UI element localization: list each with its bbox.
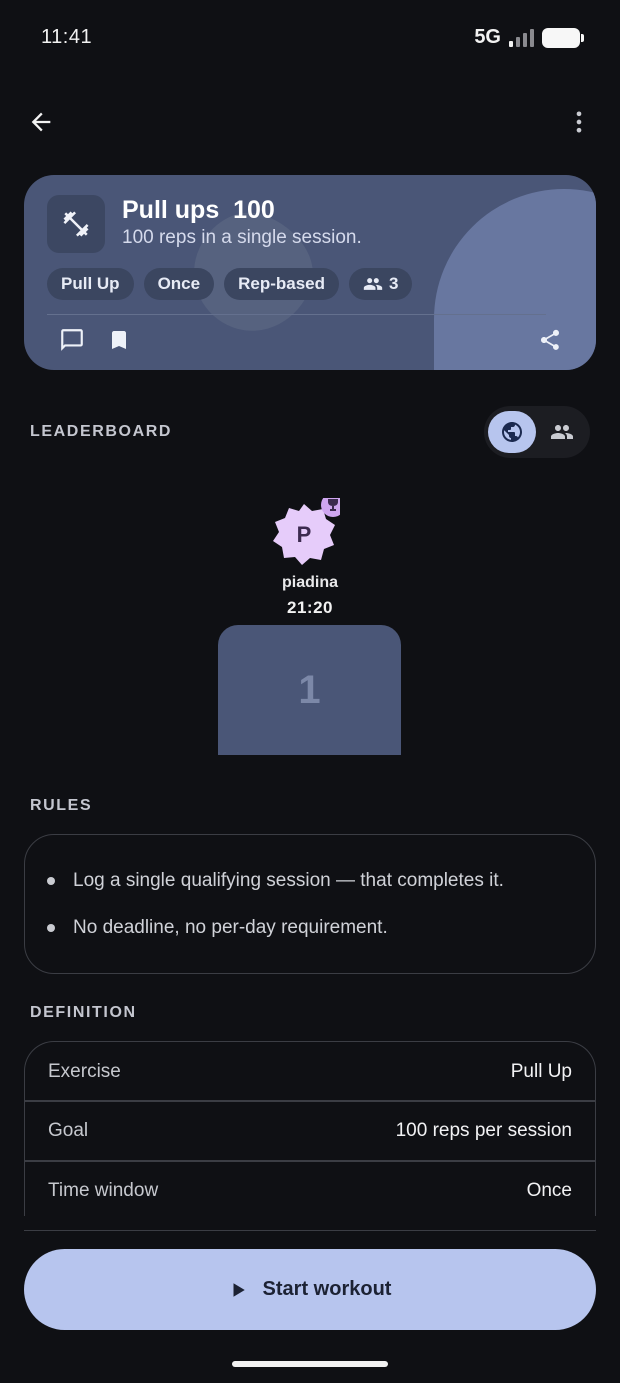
bullet-icon: [47, 924, 55, 932]
definition-row-goal: Goal 100 reps per session: [25, 1101, 595, 1161]
avatar-badge-shape: P: [273, 493, 345, 565]
definition-value: Pull Up: [510, 1061, 572, 1082]
comment-button[interactable]: [57, 325, 87, 355]
signal-icon: [509, 28, 534, 47]
leaderboard-scope-toggle: [484, 406, 590, 458]
arrow-left-icon: [31, 112, 51, 132]
rule-item: No deadline, no per-day requirement.: [47, 917, 388, 939]
chip-type[interactable]: Rep-based: [224, 268, 340, 300]
back-button[interactable]: [19, 100, 63, 144]
definition-row-time-window: Time window Once: [25, 1161, 595, 1216]
participants-count: 3: [389, 274, 399, 293]
network-label: 5G: [474, 26, 501, 48]
bookmark-icon: [112, 331, 126, 349]
share-button[interactable]: [535, 325, 565, 355]
more-options-button[interactable]: [557, 100, 601, 144]
definition-label: DEFINITION: [30, 1004, 137, 1021]
podium-first-place: 1: [218, 625, 401, 755]
globe-icon: [502, 422, 522, 442]
dumbbell-icon: [63, 211, 89, 237]
challenge-title: Pull ups 100: [122, 196, 275, 224]
leader-name: piadina: [281, 574, 338, 591]
bullet-icon: [47, 877, 55, 885]
start-workout-label: Start workout: [262, 1278, 392, 1300]
group-icon: [551, 425, 573, 439]
challenge-chips: Pull Up Once Rep-based 3: [47, 268, 413, 300]
play-icon: [233, 1282, 245, 1297]
top-app-bar: [0, 100, 620, 144]
status-bar: 11:41 5G: [0, 0, 620, 76]
definition-key: Time window: [48, 1180, 159, 1201]
bottom-divider: [24, 1230, 596, 1231]
avatar-initial: P: [297, 522, 312, 547]
bookmark-button[interactable]: [104, 325, 134, 355]
definition-key: Goal: [48, 1120, 89, 1141]
status-indicators: 5G: [474, 26, 584, 49]
leaderboard-label: LEADERBOARD: [30, 423, 173, 440]
rule-text: No deadline, no per-day requirement.: [73, 917, 388, 938]
definition-card: Exercise Pull Up Goal 100 reps per sessi…: [24, 1041, 596, 1216]
home-indicator[interactable]: [232, 1361, 388, 1367]
start-workout-button[interactable]: Start workout: [24, 1249, 596, 1330]
definition-value: Once: [526, 1180, 572, 1201]
card-decoration: [434, 189, 596, 370]
battery-icon: [542, 27, 584, 48]
friends-toggle-button[interactable]: [538, 411, 586, 453]
chip-exercise[interactable]: Pull Up: [47, 268, 134, 300]
avatar[interactable]: P: [268, 493, 345, 570]
rules-card: Log a single qualifying session — that c…: [24, 834, 596, 974]
comment-icon: [61, 329, 83, 351]
group-icon: [363, 278, 383, 290]
more-vert-icon: [576, 111, 582, 133]
global-toggle-button[interactable]: [488, 411, 536, 453]
definition-row-exercise: Exercise Pull Up: [25, 1042, 595, 1102]
card-divider: [47, 314, 546, 315]
definition-value: 100 reps per session: [395, 1120, 572, 1141]
leader-score: 21:20: [287, 598, 333, 617]
challenge-icon-box: [47, 195, 105, 253]
chip-participants[interactable]: 3: [349, 268, 413, 300]
challenge-subtitle: 100 reps in a single session.: [122, 227, 362, 248]
challenge-card: Pull ups 100 100 reps in a single sessio…: [24, 175, 596, 370]
share-icon: [541, 329, 559, 350]
rules-label: RULES: [30, 797, 93, 814]
definition-key: Exercise: [48, 1061, 121, 1082]
rule-item: Log a single qualifying session — that c…: [47, 870, 504, 892]
status-time: 11:41: [41, 26, 93, 48]
rule-text: Log a single qualifying session — that c…: [73, 870, 504, 891]
chip-frequency[interactable]: Once: [143, 268, 215, 300]
